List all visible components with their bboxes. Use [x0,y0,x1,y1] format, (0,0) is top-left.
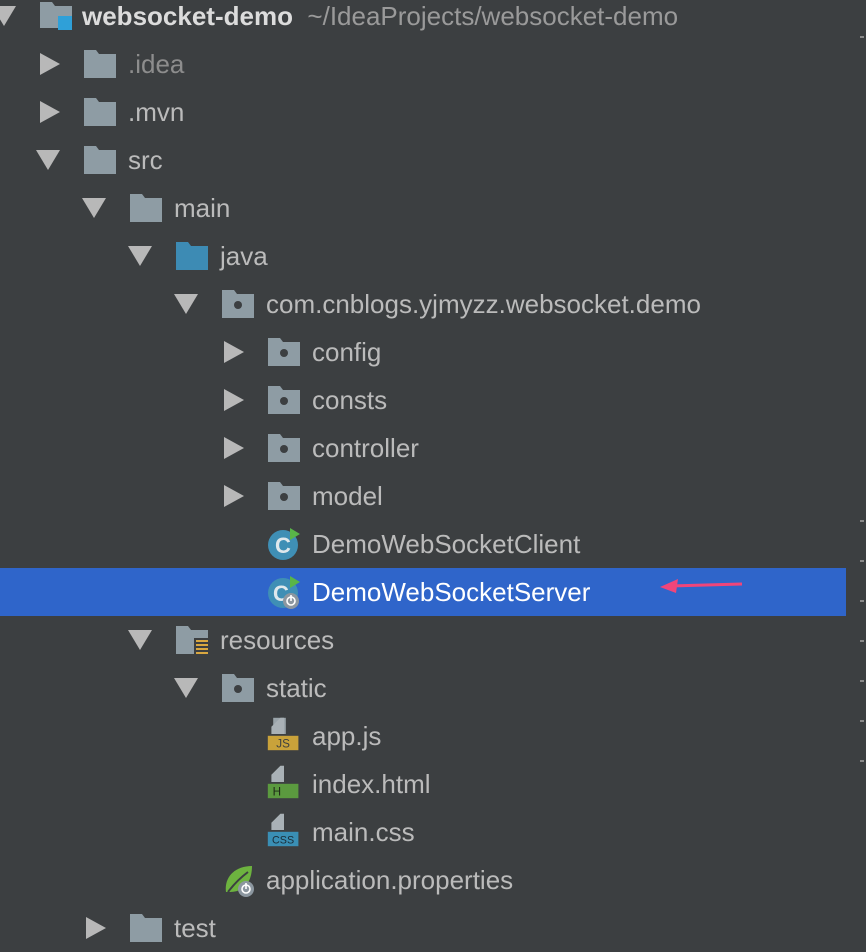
annotation-arrow-icon [660,579,743,593]
package-icon [268,386,300,414]
tree-row-client-class[interactable]: C DemoWebSocketClient [0,520,846,568]
tree-row-appjs[interactable]: JS app.js [0,712,846,760]
node-label: resources [220,625,335,655]
node-label: config [312,337,382,367]
tree-row-maincss[interactable]: CSS main.css [0,808,846,856]
tree-row-main[interactable]: main [0,184,846,232]
gutter-marker [860,520,864,522]
css-badge: CSS [272,835,294,847]
node-label: java [220,241,268,271]
package-icon [222,674,254,702]
expand-arrow-icon[interactable] [40,53,60,75]
node-label: src [128,145,163,175]
project-path: ~/IdeaProjects/websocket-demo [307,1,679,31]
html-badge: H [273,786,281,799]
tree-row-model[interactable]: model [0,472,846,520]
expand-arrow-icon[interactable] [86,917,106,939]
node-label: .mvn [128,97,185,127]
folder-icon [84,50,116,78]
node-label: app.js [312,721,382,751]
project-label: websocket-demo ~/IdeaProjects/websocket-… [82,0,678,40]
node-label: DemoWebSocketClient [312,529,581,559]
html-file-icon: H [267,765,299,799]
tree-row-indexhtml[interactable]: H index.html [0,760,846,808]
expand-arrow-icon[interactable] [224,485,244,507]
tree-row-appprops[interactable]: application.properties [0,856,846,904]
node-label: application.properties [266,865,514,895]
tree-row-java[interactable]: java [0,232,846,280]
node-label: controller [312,433,419,463]
class-letter: C [275,533,291,558]
expand-arrow-icon[interactable] [40,101,60,123]
collapse-arrow-icon[interactable] [0,6,16,26]
folder-icon [84,98,116,126]
collapse-arrow-icon[interactable] [36,150,60,170]
gutter-marker [860,760,864,762]
node-label: main.css [312,817,415,847]
tree-row-mvn[interactable]: .mvn [0,88,846,136]
project-folder-icon [40,2,72,30]
folder-icon [84,146,116,174]
gutter-marker [860,640,864,642]
tree-row-test[interactable]: test [0,904,846,952]
tree-row-package[interactable]: com.cnblogs.yjmyzz.websocket.demo [0,280,846,328]
tree-row-project[interactable]: websocket-demo ~/IdeaProjects/websocket-… [0,0,846,40]
java-class-icon: C [268,528,300,560]
expand-arrow-icon[interactable] [224,437,244,459]
package-icon [268,482,300,510]
expand-arrow-icon[interactable] [224,341,244,363]
node-label: .idea [128,49,185,79]
node-label: com.cnblogs.yjmyzz.websocket.demo [266,289,701,319]
folder-icon [130,194,162,222]
package-icon [268,434,300,462]
package-icon [268,338,300,366]
folder-icon [130,914,162,942]
node-label: index.html [312,769,431,799]
gutter-marker [860,560,864,562]
collapse-arrow-icon[interactable] [174,678,198,698]
collapse-arrow-icon[interactable] [128,246,152,266]
gutter-marker [860,600,864,602]
node-label: consts [312,385,388,415]
collapse-arrow-icon[interactable] [82,198,106,218]
source-folder-icon [176,242,208,270]
tree-row-src[interactable]: src [0,136,846,184]
package-icon [222,290,254,318]
node-label: static [266,673,327,703]
project-name: websocket-demo [82,1,293,31]
project-tree: websocket-demo ~/IdeaProjects/websocket-… [0,0,846,943]
resources-folder-icon [176,626,210,656]
collapse-arrow-icon[interactable] [174,294,198,314]
tree-row-consts[interactable]: consts [0,376,846,424]
node-label: main [174,193,231,223]
tree-row-resources[interactable]: resources [0,616,846,664]
expand-arrow-icon[interactable] [224,389,244,411]
tree-row-controller[interactable]: controller [0,424,846,472]
tree-row-idea[interactable]: .idea [0,40,846,88]
gutter-marker [860,680,864,682]
collapse-arrow-icon[interactable] [128,630,152,650]
spring-bean-class-icon: C [268,576,300,609]
tree-row-config[interactable]: config [0,328,846,376]
node-label: test [174,913,216,943]
js-badge: JS [276,738,290,751]
tree-row-static[interactable]: static [0,664,846,712]
gutter-marker [860,720,864,722]
node-label: model [312,481,383,511]
css-file-icon: CSS [267,813,299,847]
javascript-file-icon: JS [267,717,299,751]
scroll-gutter[interactable] [846,0,866,924]
spring-properties-icon [225,866,254,897]
gutter-marker [860,36,864,38]
node-label: DemoWebSocketServer [312,577,591,607]
